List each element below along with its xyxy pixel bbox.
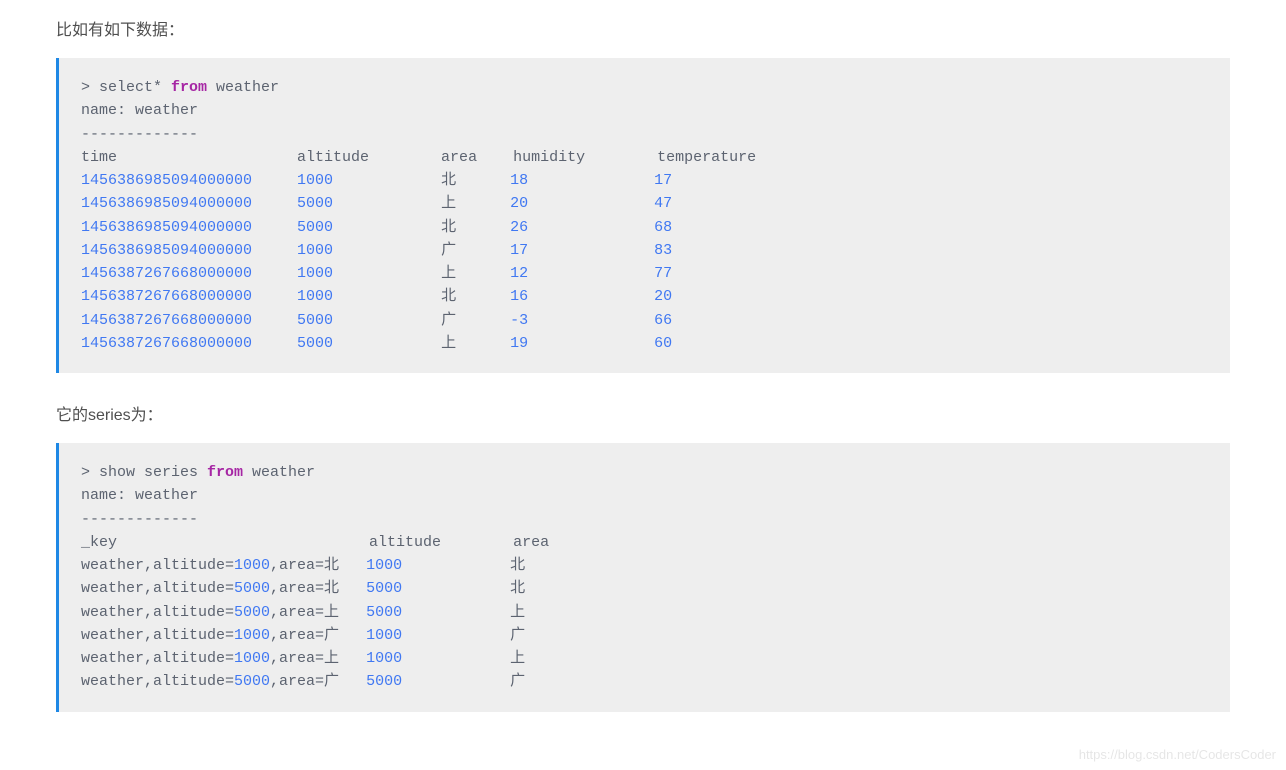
watermark-text: https://blog.csdn.net/CodersCoder: [1079, 747, 1276, 762]
code-block-1: > select* from weather name: weather ---…: [56, 58, 1230, 373]
code-pre-1: > select* from weather name: weather ---…: [81, 76, 1208, 355]
code-block-2: > show series from weather name: weather…: [56, 443, 1230, 712]
code-pre-2: > show series from weather name: weather…: [81, 461, 1208, 694]
intro-paragraph-1: 比如有如下数据：: [56, 16, 1230, 40]
intro-paragraph-2: 它的series为：: [56, 401, 1230, 425]
